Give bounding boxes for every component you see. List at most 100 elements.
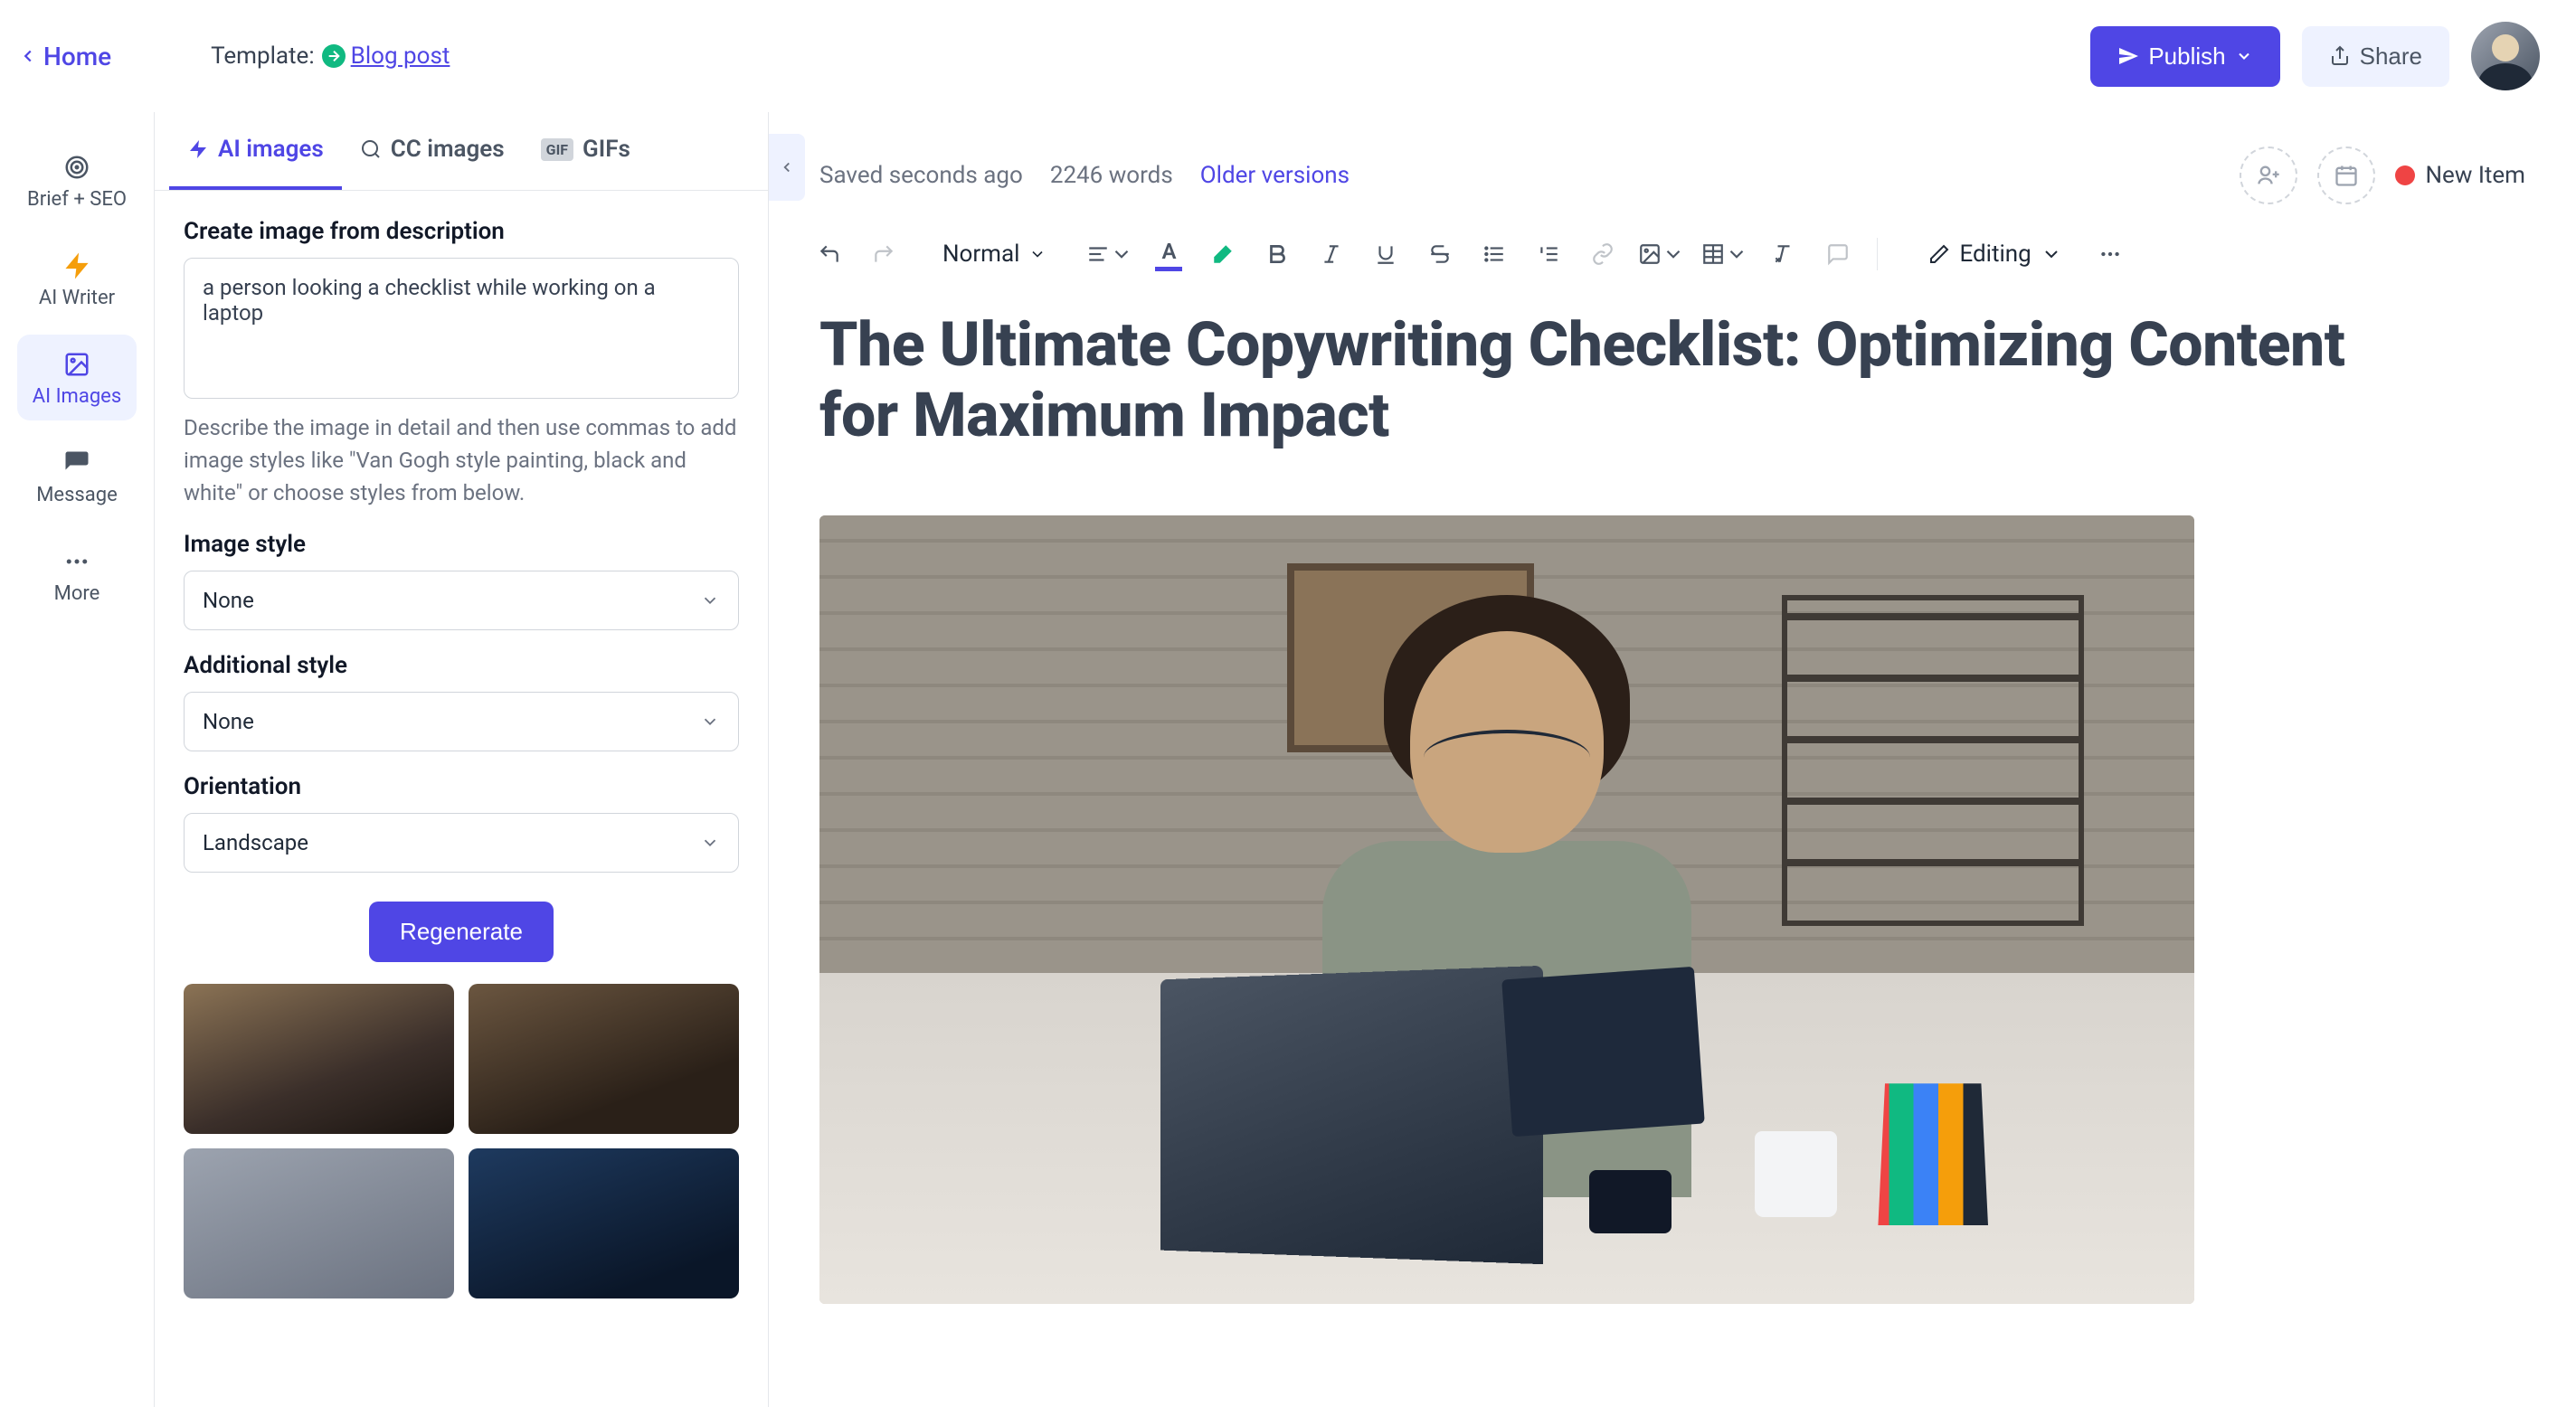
tab-gifs[interactable]: GIF GIFs bbox=[523, 112, 649, 190]
additional-style-select[interactable]: None bbox=[184, 692, 739, 751]
chevron-down-icon bbox=[1028, 245, 1046, 263]
orientation-value: Landscape bbox=[203, 830, 308, 855]
generated-image-thumb[interactable] bbox=[469, 984, 739, 1134]
target-icon bbox=[63, 154, 90, 181]
publish-label: Publish bbox=[2148, 42, 2225, 71]
image-icon bbox=[63, 351, 90, 378]
italic-button[interactable] bbox=[1307, 230, 1356, 279]
share-label: Share bbox=[2360, 42, 2422, 71]
underline-button[interactable] bbox=[1361, 230, 1410, 279]
orientation-select[interactable]: Landscape bbox=[184, 813, 739, 873]
image-style-value: None bbox=[203, 588, 254, 613]
editor-meta-bar: Saved seconds ago 2246 words Older versi… bbox=[769, 112, 2576, 204]
chevron-down-icon bbox=[1725, 242, 1748, 266]
older-versions-link[interactable]: Older versions bbox=[1200, 162, 1350, 189]
ai-images-panel: AI images CC images GIF GIFs Create imag… bbox=[154, 112, 769, 1407]
template-link-text: Blog post bbox=[351, 42, 450, 70]
highlight-button[interactable] bbox=[1198, 230, 1247, 279]
tab-ai-images[interactable]: AI images bbox=[169, 112, 342, 190]
generated-image-thumb[interactable] bbox=[184, 1148, 454, 1298]
tab-cc-images[interactable]: CC images bbox=[342, 112, 523, 190]
align-left-icon bbox=[1086, 242, 1110, 266]
add-collaborator-button[interactable] bbox=[2240, 146, 2297, 204]
comment-button[interactable] bbox=[1814, 230, 1862, 279]
nav-more[interactable]: More bbox=[17, 532, 137, 618]
chevron-down-icon bbox=[700, 833, 720, 853]
nav-ai-writer[interactable]: AI Writer bbox=[17, 236, 137, 322]
document-hero-image[interactable] bbox=[819, 515, 2194, 1304]
user-plus-icon bbox=[2256, 163, 2281, 188]
chevron-left-icon bbox=[779, 159, 795, 175]
home-label: Home bbox=[43, 42, 111, 71]
redo-icon bbox=[872, 242, 895, 266]
nav-writer-label: AI Writer bbox=[39, 287, 115, 309]
tab-ai-images-label: AI images bbox=[218, 136, 324, 163]
status-label: New Item bbox=[2426, 162, 2526, 189]
insert-table-button[interactable] bbox=[1696, 230, 1754, 279]
highlight-icon bbox=[1211, 242, 1235, 266]
gif-icon: GIF bbox=[541, 138, 573, 161]
align-button[interactable] bbox=[1081, 230, 1139, 279]
topbar-right: Publish Share bbox=[2090, 22, 2540, 90]
bolt-icon bbox=[187, 138, 209, 160]
chevron-down-icon bbox=[700, 590, 720, 610]
toolbar-divider bbox=[1877, 238, 1878, 270]
create-image-label: Create image from description bbox=[184, 218, 739, 245]
bullet-list-button[interactable] bbox=[1470, 230, 1519, 279]
chevron-left-icon bbox=[18, 46, 38, 66]
nav-more-label: More bbox=[54, 582, 100, 605]
comment-icon bbox=[1826, 242, 1850, 266]
bold-button[interactable] bbox=[1253, 230, 1302, 279]
pencil-icon bbox=[1928, 243, 1950, 265]
chevron-down-icon bbox=[700, 712, 720, 732]
editor-area: Saved seconds ago 2246 words Older versi… bbox=[769, 112, 2576, 1407]
publish-button[interactable]: Publish bbox=[2090, 26, 2279, 87]
home-link[interactable]: Home bbox=[18, 42, 111, 71]
template-link[interactable]: Blog post bbox=[322, 42, 450, 70]
insert-image-button[interactable] bbox=[1633, 230, 1690, 279]
user-avatar[interactable] bbox=[2471, 22, 2540, 90]
nav-images-label: AI Images bbox=[33, 385, 121, 408]
link-icon bbox=[1591, 242, 1615, 266]
image-prompt-input[interactable] bbox=[184, 258, 739, 399]
nav-brief-seo[interactable]: Brief + SEO bbox=[17, 137, 137, 223]
numbered-list-button[interactable] bbox=[1524, 230, 1573, 279]
share-button[interactable]: Share bbox=[2302, 26, 2449, 87]
table-icon bbox=[1701, 242, 1725, 266]
topbar: Home Template: Blog post Publish Share bbox=[0, 0, 2576, 112]
additional-style-label: Additional style bbox=[184, 652, 739, 679]
image-style-select[interactable]: None bbox=[184, 571, 739, 630]
clear-format-icon bbox=[1772, 242, 1795, 266]
strikethrough-button[interactable] bbox=[1416, 230, 1464, 279]
bolt-icon bbox=[63, 252, 90, 279]
generated-image-thumb[interactable] bbox=[469, 1148, 739, 1298]
chevron-down-icon bbox=[1662, 242, 1685, 266]
status-new-item[interactable]: New Item bbox=[2395, 162, 2526, 189]
chevron-down-icon bbox=[2041, 243, 2062, 265]
saved-status: Saved seconds ago bbox=[819, 162, 1023, 189]
strikethrough-icon bbox=[1428, 242, 1452, 266]
undo-button[interactable] bbox=[805, 230, 854, 279]
generated-image-thumb[interactable] bbox=[184, 984, 454, 1134]
editing-mode-select[interactable]: Editing bbox=[1910, 230, 2079, 279]
collapse-panel-handle[interactable] bbox=[769, 134, 805, 201]
template-label-wrap: Template: Blog post bbox=[211, 42, 450, 70]
regenerate-button[interactable]: Regenerate bbox=[369, 902, 554, 962]
link-button[interactable] bbox=[1578, 230, 1627, 279]
document-title[interactable]: The Ultimate Copywriting Checklist: Opti… bbox=[819, 309, 2413, 450]
nav-ai-images[interactable]: AI Images bbox=[17, 335, 137, 420]
document-body[interactable]: The Ultimate Copywriting Checklist: Opti… bbox=[769, 300, 2576, 1407]
nav-brief-label: Brief + SEO bbox=[27, 188, 127, 211]
editor-toolbar: Normal A bbox=[769, 204, 2576, 300]
text-color-button[interactable]: A bbox=[1144, 230, 1193, 279]
clear-formatting-button[interactable] bbox=[1759, 230, 1808, 279]
redo-button[interactable] bbox=[859, 230, 908, 279]
chat-icon bbox=[63, 449, 90, 477]
undo-icon bbox=[818, 242, 841, 266]
schedule-button[interactable] bbox=[2317, 146, 2375, 204]
toolbar-more-button[interactable] bbox=[2086, 230, 2135, 279]
tab-cc-images-label: CC images bbox=[391, 136, 505, 163]
text-style-select[interactable]: Normal bbox=[924, 230, 1065, 279]
nav-message[interactable]: Message bbox=[17, 433, 137, 519]
image-style-label: Image style bbox=[184, 531, 739, 558]
